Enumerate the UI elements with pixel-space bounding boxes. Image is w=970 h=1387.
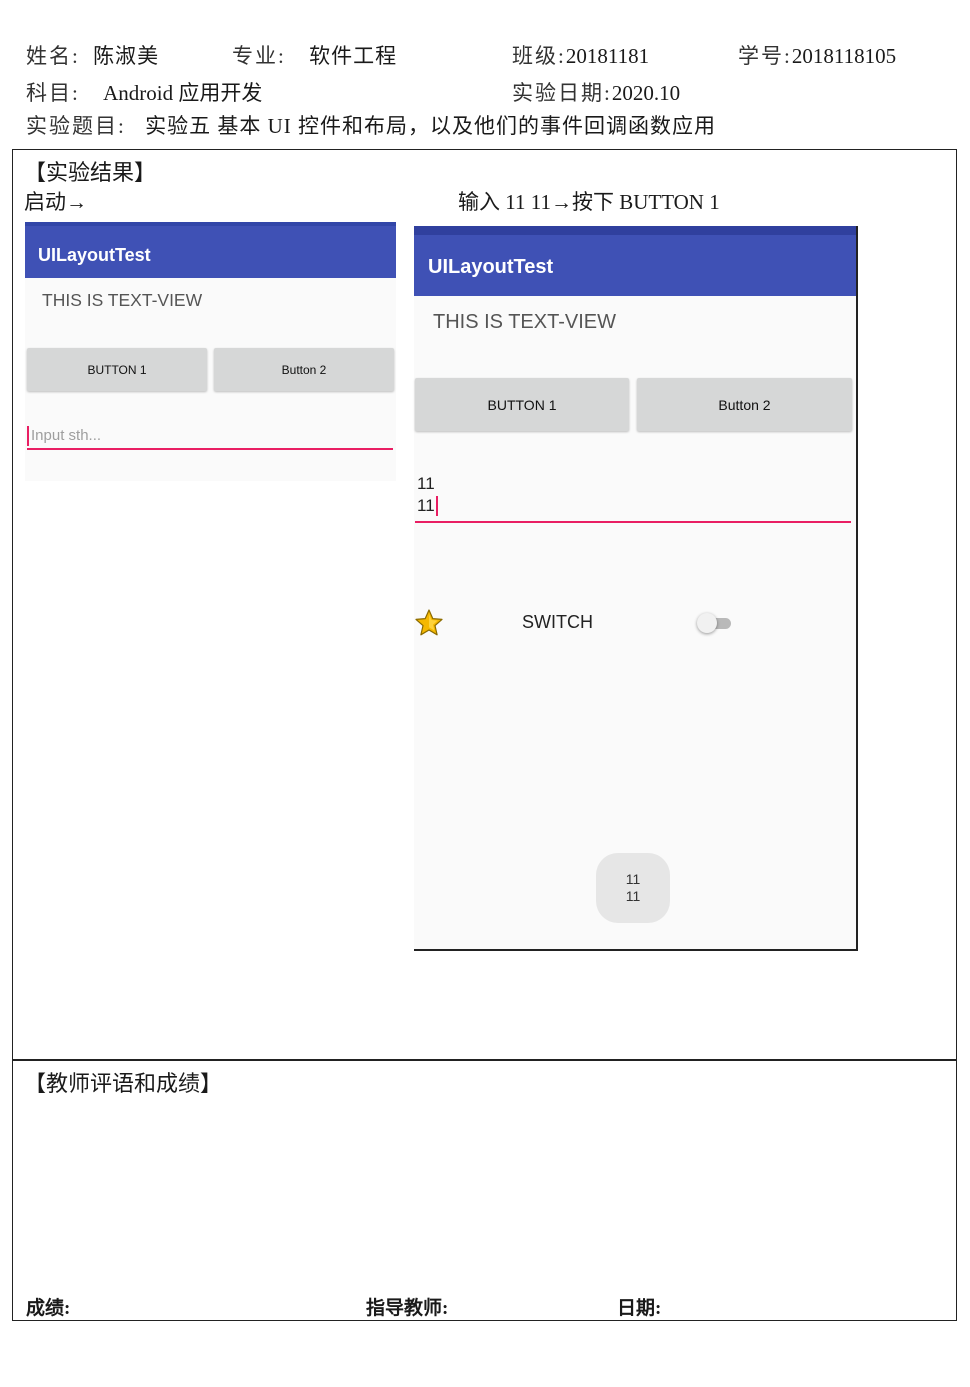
topic-field: 实验题目: 实验五 基本 UI 控件和布局，以及他们的事件回调函数应用 [26,110,716,140]
toast-message: 11 11 [596,853,670,923]
date-value: 2020.10 [611,81,681,105]
app-bar: UILayoutTest [25,222,396,278]
topic-label: 实验题目: [26,114,126,138]
student-id-value: 2018118105 [791,44,897,68]
toast-line-2: 11 [625,888,641,904]
app-title: UILayoutTest [38,245,151,265]
major-field: 专业: 软件工程 [232,40,397,70]
button-2-label: Button 2 [718,396,771,413]
text-cursor [436,496,438,516]
sign-date-label: 日期: [617,1298,662,1319]
button-1-label: BUTTON 1 [487,396,557,413]
results-heading: 【实验结果】 [24,160,157,185]
caption-launch: 启动→ [24,190,87,214]
input-field[interactable]: Input sth... [27,422,393,450]
button-2[interactable]: Button 2 [637,378,852,431]
input-field[interactable]: 11 11 [415,471,851,523]
star-icon[interactable] [414,608,444,638]
student-id-label: 学号: [738,44,792,68]
subject-label: 科目: [26,81,80,105]
name-value: 陈淑美 [93,44,160,68]
button-1[interactable]: BUTTON 1 [415,378,629,431]
class-field: 班级:20181181 [512,40,649,70]
major-value: 软件工程 [309,44,398,68]
input-line-2: 11 [417,496,435,515]
major-label: 专业: [232,44,286,68]
name-label: 姓名: [26,44,80,68]
switch-thumb [697,613,717,633]
switch-label: SWITCH [522,612,593,632]
screenshot-launch: UILayoutTest THIS IS TEXT-VIEW BUTTON 1 … [25,222,396,481]
comments-heading: 【教师评语和成绩】 [24,1071,223,1096]
topic-value: 实验五 基本 UI 控件和布局，以及他们的事件回调函数应用 [145,114,717,138]
class-label: 班级: [512,44,566,68]
text-view: THIS IS TEXT-VIEW [42,290,203,310]
text-cursor [27,426,29,446]
screenshot-after-input: UILayoutTest THIS IS TEXT-VIEW BUTTON 1 … [414,226,858,951]
button-1-label: BUTTON 1 [87,362,147,377]
date-label: 实验日期: [512,81,612,105]
class-value: 20181181 [565,44,650,68]
button-2-label: Button 2 [281,362,327,377]
text-view: THIS IS TEXT-VIEW [433,311,616,333]
comments-box [12,1059,957,1321]
name-field: 姓名: 陈淑美 [26,40,159,70]
subject-field: 科目: Android 应用开发 [26,77,262,107]
input-placeholder: Input sth... [31,427,102,444]
subject-value: Android 应用开发 [103,81,263,105]
input-line-1: 11 [417,474,435,493]
caption-input: 输入 11 11→按下 BUTTON 1 [458,190,720,214]
student-id-field: 学号:2018118105 [738,40,896,70]
button-2[interactable]: Button 2 [214,348,394,391]
app-bar: UILayoutTest [414,235,856,296]
status-bar [414,226,856,235]
grade-label: 成绩: [26,1298,71,1319]
button-1[interactable]: BUTTON 1 [27,348,207,391]
switch-toggle[interactable] [697,612,733,634]
teacher-label: 指导教师: [366,1298,449,1319]
toast-line-1: 11 [625,871,641,887]
app-title: UILayoutTest [428,256,554,278]
date-field: 实验日期:2020.10 [512,77,680,107]
